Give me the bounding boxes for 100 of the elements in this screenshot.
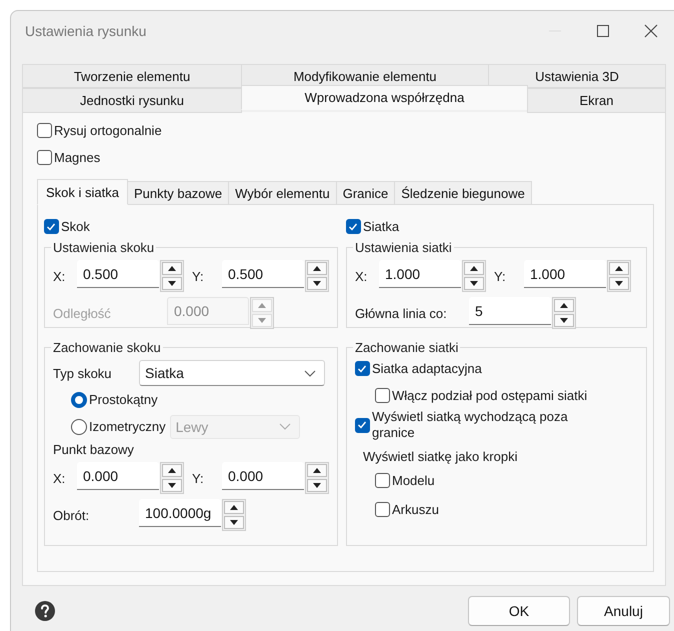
checkbox[interactable] [375,388,390,403]
spin-down-button[interactable] [224,516,244,529]
radio-button[interactable] [71,418,87,434]
dialog-button[interactable]: OK [468,596,570,626]
checkbox-label: Skok [61,219,90,234]
section-label: Punkt bazowy [53,442,135,457]
number-field[interactable]: 0.500 [77,260,159,288]
radio-label: Prostokątny [89,392,158,407]
checkbox[interactable] [375,502,390,517]
number-field[interactable]: 1.000 [379,260,461,288]
checkmark-icon [358,421,367,429]
spin-down-button[interactable] [609,277,629,290]
checkbox-label: Rysuj ortogonalnie [54,123,162,138]
chevron-down-icon [304,370,316,376]
checkbox-label: Modelu [392,473,435,488]
field-label: X: [53,268,66,284]
tab[interactable]: Jednostki rysunku [22,88,242,113]
tab[interactable]: Tworzenie elementu [22,64,242,88]
field-label: Y: [494,268,507,284]
tab[interactable]: Wprowadzona współrzędna [241,85,528,110]
spin-up-button[interactable] [307,262,327,275]
spin-down-button[interactable] [307,277,327,290]
up-arrow-icon [168,266,176,271]
dropdown[interactable]: Siatka [139,360,325,386]
checkbox[interactable] [346,219,361,234]
up-arrow-icon [560,303,568,308]
dialog-button[interactable]: Anuluj [577,596,670,626]
close-icon [644,24,658,38]
field-label: Y: [192,470,205,486]
checkbox[interactable] [44,219,59,234]
checkbox[interactable] [375,473,390,488]
field-label: Typ skoku [53,366,113,380]
checkmark-icon [349,222,358,230]
down-arrow-icon [470,281,478,286]
checkbox-label: Arkuszu [392,502,439,517]
spin-up-button[interactable] [162,464,182,477]
checkbox[interactable] [355,361,370,376]
checkbox-label: Włącz podział pod ostępami siatki [392,388,588,403]
spin-down-button[interactable] [162,479,182,492]
checkmark-icon [47,222,56,230]
spin-down-button[interactable] [307,479,327,492]
number-field[interactable]: 5 [469,297,551,325]
group-title: Ustawienia siatki [354,240,453,255]
spin-up-button[interactable] [224,501,244,514]
checkbox-label: Magnes [54,150,100,165]
help-icon[interactable] [35,601,55,621]
spin-down-button[interactable] [162,277,182,290]
number-field[interactable]: 0.000 [222,462,304,490]
radio-label: Izometryczny [89,419,166,434]
spin-up-button[interactable] [162,262,182,275]
checkbox-label: Siatka adaptacyjna [372,360,483,376]
spin-up-button[interactable] [609,262,629,275]
spin-up-button[interactable] [554,299,574,312]
tab[interactable]: Skok i siatka [37,179,128,205]
down-arrow-icon [230,520,238,525]
group-title: Zachowanie siatki [354,340,460,355]
field-label: Obrót: [53,508,90,522]
down-arrow-icon [560,318,568,323]
spin-up-button[interactable] [307,464,327,477]
down-arrow-icon [168,281,176,286]
maximize-icon [596,24,610,38]
up-arrow-icon [230,505,238,510]
spin-down-button[interactable] [554,314,574,327]
section-label: Wyświetl siatkę jako kropki [363,449,518,464]
tab[interactable]: Wybór elementu [228,181,337,205]
chevron-down-icon [278,423,291,430]
down-arrow-icon [313,281,321,286]
tab[interactable]: Ekran [527,88,666,113]
checkbox-label: Wyświetl siatką wychodzącą poza granice [372,409,569,441]
up-arrow-icon [313,266,321,271]
number-field[interactable]: 100.0000g [139,499,221,527]
field-label: Y: [192,268,205,284]
radio-button[interactable] [71,392,87,408]
number-field[interactable]: 1.000 [524,260,606,288]
group-title: Ustawienia skoku [52,240,156,255]
window-title: Ustawienia rysunku [25,23,146,39]
number-field[interactable]: 0.000 [77,462,159,490]
checkbox[interactable] [355,418,370,432]
down-arrow-icon [168,483,176,488]
checkbox[interactable] [37,150,52,165]
field-label: X: [53,470,66,486]
number-field[interactable]: 0.500 [222,260,304,288]
field-label: Odległość [53,306,112,320]
field-label: Główna linia co: [355,306,448,320]
up-arrow-icon [615,266,623,271]
checkmark-icon [358,364,367,372]
up-arrow-icon [470,266,478,271]
checkbox[interactable] [37,123,52,138]
down-arrow-icon [313,483,321,488]
spin-up-button[interactable] [464,262,484,275]
down-arrow-icon [258,318,266,323]
spin-down-button[interactable] [464,277,484,290]
checkbox-label: Siatka [363,219,400,234]
up-arrow-icon [168,468,176,473]
up-arrow-icon [313,468,321,473]
tab[interactable]: Śledzenie biegunowe [394,181,532,205]
up-arrow-icon [258,303,266,308]
tab[interactable]: Punkty bazowe [126,181,230,205]
tab[interactable]: Ustawienia 3D [488,64,666,88]
tab[interactable]: Granice [336,181,396,205]
